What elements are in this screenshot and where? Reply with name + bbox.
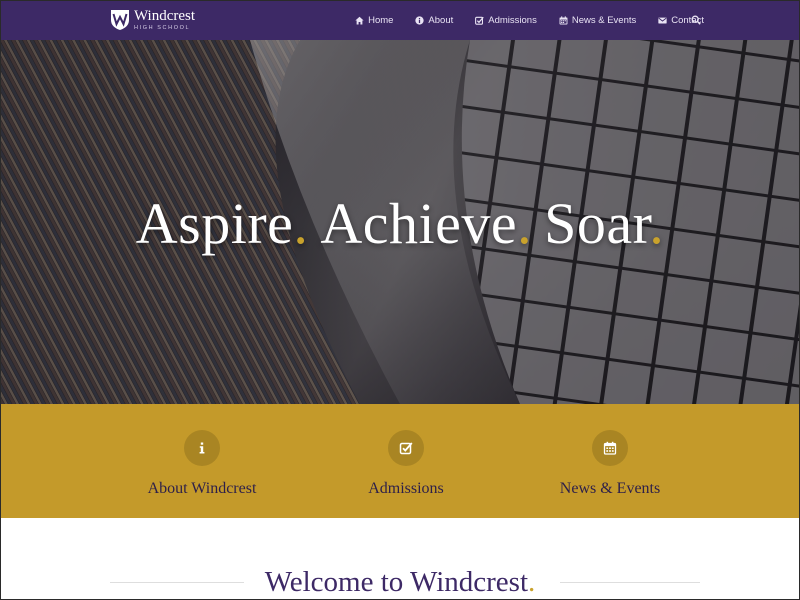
- hero-word: Achieve.: [320, 191, 532, 256]
- nav-item-news-events[interactable]: News & Events: [559, 15, 636, 26]
- nav-item-admissions[interactable]: Admissions: [475, 15, 537, 26]
- feature-icon-circle: [592, 430, 628, 466]
- calendar-icon: [559, 15, 568, 24]
- hero-banner: Aspire. Achieve. Soar.: [0, 40, 800, 404]
- brand-name: Windcrest: [134, 7, 196, 24]
- calendar-icon: [603, 441, 617, 455]
- nav-item-about[interactable]: About: [415, 15, 453, 26]
- nav-item-home[interactable]: Home: [355, 15, 393, 26]
- search-icon[interactable]: [691, 15, 701, 25]
- nav-menu: Home About Admissions News & Events Cont…: [333, 0, 704, 40]
- info-circle-icon: [415, 15, 425, 25]
- hero-word: Soar.: [544, 191, 664, 256]
- check-square-icon: [475, 16, 485, 25]
- nav-item-label: Admissions: [488, 14, 537, 26]
- welcome-dot: .: [528, 566, 536, 598]
- envelope-icon: [658, 17, 667, 24]
- hero-dot: .: [293, 191, 309, 256]
- hero-word: Aspire.: [136, 191, 309, 256]
- nav-item-label: About: [428, 14, 454, 26]
- feature-news-events[interactable]: News & Events: [500, 430, 720, 498]
- top-navbar: Windcrest HIGH SCHOOL Home About Admissi…: [0, 0, 800, 40]
- feature-label: About Windcrest: [147, 480, 257, 497]
- nav-item-label: Home: [368, 14, 394, 26]
- info-icon: [199, 442, 205, 454]
- brand-logo-link[interactable]: Windcrest HIGH SCHOOL: [110, 4, 195, 36]
- hero-dot: .: [649, 191, 665, 256]
- check-square-icon: [399, 442, 413, 455]
- hero-word-text: Soar: [544, 191, 650, 256]
- welcome-section: Welcome to Windcrest.: [0, 518, 800, 600]
- welcome-heading-text: Welcome to Windcrest: [264, 566, 529, 598]
- hero-dot: .: [517, 191, 533, 256]
- feature-admissions[interactable]: Admissions: [296, 430, 516, 498]
- brand-text: Windcrest HIGH SCHOOL: [134, 7, 196, 32]
- hero-word-text: Aspire: [135, 191, 294, 256]
- feature-icon-circle: [388, 430, 424, 466]
- feature-label: News & Events: [559, 480, 661, 497]
- hero-word-text: Achieve: [320, 191, 518, 256]
- brand-subtitle: HIGH SCHOOL: [134, 24, 191, 31]
- feature-icon-circle: [184, 430, 220, 466]
- nav-item-label: News & Events: [571, 14, 637, 26]
- welcome-heading: Welcome to Windcrest.: [0, 566, 800, 599]
- home-icon: [355, 16, 364, 24]
- feature-about-windcrest[interactable]: About Windcrest: [92, 430, 312, 498]
- w-shield-logo-icon: [111, 10, 129, 30]
- feature-label: Admissions: [368, 480, 444, 497]
- hero-tagline: Aspire. Achieve. Soar.: [0, 190, 800, 257]
- feature-band: About Windcrest Admissions News & Events: [0, 404, 800, 518]
